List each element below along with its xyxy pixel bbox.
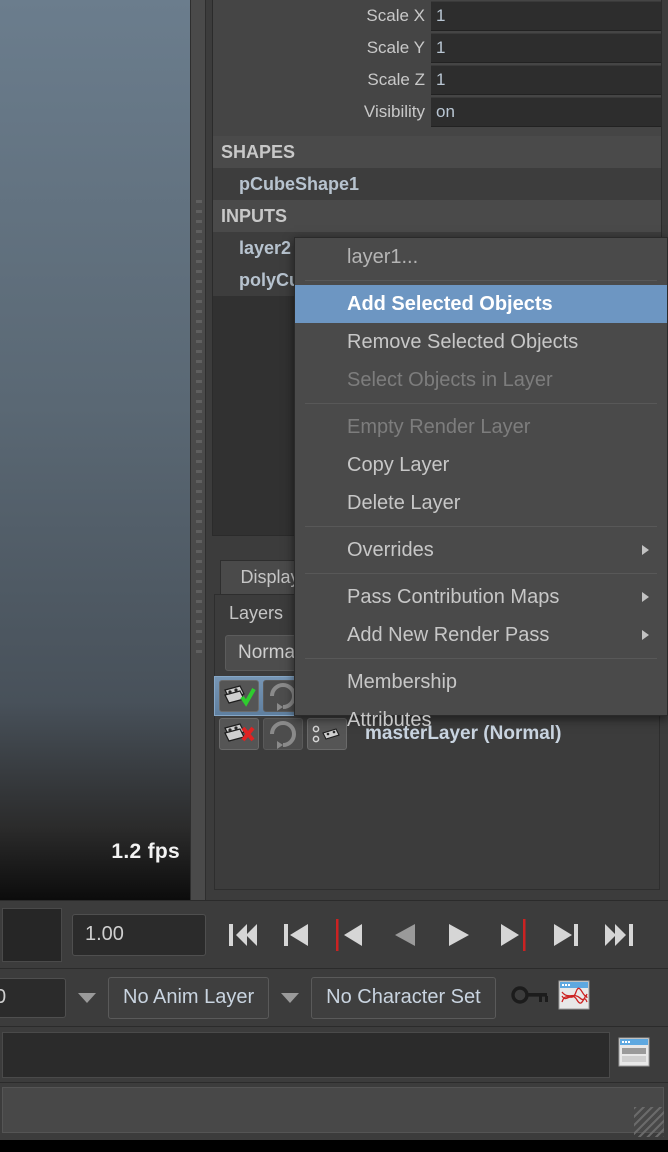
menu-item-label: Pass Contribution Maps (347, 586, 559, 609)
anim-layer-combo[interactable]: No Anim Layer (108, 977, 269, 1019)
chevron-down-icon[interactable] (281, 993, 299, 1003)
channel-label: Visibility (213, 102, 431, 122)
channel-label: Scale Y (213, 38, 431, 58)
maya-application-window: 1.2 fps Scale X 1 Scale Y 1 Scale Z 1 Vi… (0, 0, 668, 1152)
chevron-down-icon[interactable] (78, 993, 96, 1003)
current-time-field[interactable]: 1.00 (72, 914, 206, 956)
menu-separator (305, 280, 657, 281)
play-forwards-button[interactable] (436, 912, 480, 958)
splitter-grip-dots (196, 200, 202, 660)
menu-separator (305, 403, 657, 404)
play-backwards-button[interactable] (382, 912, 426, 958)
menu-item-membership[interactable]: Membership (295, 663, 667, 701)
menu-item-remove-selected-objects[interactable]: Remove Selected Objects (295, 323, 667, 361)
script-editor-icon[interactable] (618, 1037, 650, 1072)
transport-controls (220, 912, 642, 958)
menu-item-select-objects-in-layer: Select Objects in Layer (295, 361, 667, 399)
panel-splitter-vertical[interactable] (190, 0, 206, 900)
help-line-text (2, 1087, 664, 1133)
range-end-field[interactable]: 0 (0, 978, 66, 1018)
window-bottom-edge (0, 1140, 668, 1152)
channel-value[interactable]: 1 (431, 65, 661, 95)
prev-key-button[interactable] (328, 912, 372, 958)
menu-item-copy-layer[interactable]: Copy Layer (295, 446, 667, 484)
viewport-3d-panel[interactable]: 1.2 fps (0, 0, 190, 900)
go-to-end-button[interactable] (598, 912, 642, 958)
menu-item-attributes[interactable]: Attributes (295, 701, 667, 739)
command-input[interactable] (2, 1032, 610, 1078)
menu-separator (305, 526, 657, 527)
channel-value[interactable]: 1 (431, 33, 661, 63)
list-item[interactable]: pCubeShape1 (213, 168, 661, 200)
section-header-shapes: SHAPES (213, 136, 661, 168)
key-icon[interactable] (510, 982, 550, 1013)
chevron-right-icon (642, 545, 649, 555)
channel-row[interactable]: Scale Y 1 (213, 32, 661, 64)
section-header-inputs: INPUTS (213, 200, 661, 232)
go-to-start-button[interactable] (220, 912, 264, 958)
character-set-combo[interactable]: No Character Set (311, 977, 496, 1019)
menu-item-pass-contribution-maps[interactable]: Pass Contribution Maps (295, 578, 667, 616)
chevron-right-icon (642, 592, 649, 602)
playback-toolbar: 1.00 (0, 900, 668, 968)
channel-row[interactable]: Visibility on (213, 96, 661, 128)
anim-layer-toolbar: 0 No Anim Layer No Character Set (0, 968, 668, 1026)
animation-editor-icon[interactable] (558, 980, 590, 1015)
menu-separator (305, 573, 657, 574)
channel-label: Scale X (213, 6, 431, 26)
menu-item-label: Overrides (347, 539, 434, 562)
next-key-button[interactable] (490, 912, 534, 958)
channel-label: Scale Z (213, 70, 431, 90)
step-forward-frame-button[interactable] (544, 912, 588, 958)
channel-row[interactable]: Scale X 1 (213, 0, 661, 32)
menu-item-label: Add New Render Pass (347, 624, 549, 647)
channel-value[interactable]: 1 (431, 1, 661, 31)
menu-separator (305, 658, 657, 659)
menu-item-empty-render-layer: Empty Render Layer (295, 408, 667, 446)
fps-readout: 1.2 fps (111, 840, 180, 864)
menu-item-add-new-render-pass[interactable]: Add New Render Pass (295, 616, 667, 654)
layer-context-menu[interactable]: layer1... Add Selected Objects Remove Se… (294, 237, 668, 716)
layer-visible-check-icon[interactable] (219, 680, 259, 712)
menu-item-overrides[interactable]: Overrides (295, 531, 667, 569)
resize-grip[interactable] (634, 1107, 664, 1137)
channel-value[interactable]: on (431, 97, 661, 127)
menu-item-add-selected-objects[interactable]: Add Selected Objects (295, 285, 667, 323)
help-line-bar (0, 1082, 668, 1140)
channel-box: Scale X 1 Scale Y 1 Scale Z 1 Visibility… (212, 0, 662, 136)
step-back-frame-button[interactable] (274, 912, 318, 958)
chevron-right-icon (642, 630, 649, 640)
channel-row[interactable]: Scale Z 1 (213, 64, 661, 96)
menu-item-delete-layer[interactable]: Delete Layer (295, 484, 667, 522)
command-line-bar (0, 1026, 668, 1082)
layer-hidden-cross-icon[interactable] (219, 718, 259, 750)
time-slider-stub[interactable] (2, 908, 62, 962)
menu-layers[interactable]: Layers (229, 603, 283, 624)
context-menu-title: layer1... (295, 238, 667, 276)
